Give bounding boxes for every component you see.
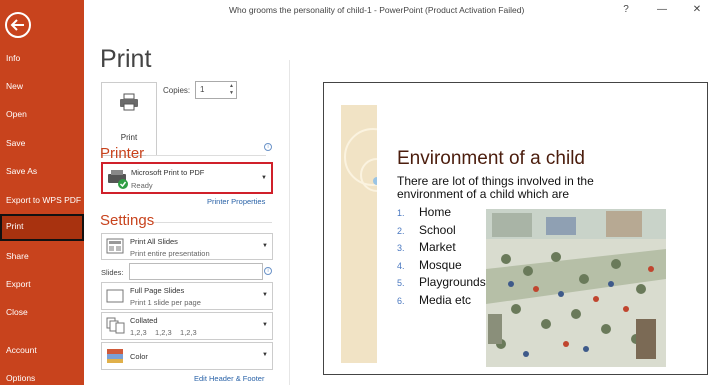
full-page-slide-icon xyxy=(106,289,124,303)
list-number: 4. xyxy=(397,260,405,271)
close-button[interactable]: ✕ xyxy=(686,2,708,18)
backstage-sidebar: Info New Open Save Save As Export to WPS… xyxy=(0,0,84,385)
copies-input[interactable]: 1 ▲ ▼ xyxy=(195,81,237,99)
list-item: 4. Mosque xyxy=(397,258,486,276)
list-number: 6. xyxy=(397,295,405,306)
printer-info-icon[interactable]: i xyxy=(264,143,272,151)
panel-divider xyxy=(289,60,290,385)
print-settings-panel: Print Print Copies: 1 ▲ ▼ Printer i Micro… xyxy=(84,22,290,385)
printer-dropdown[interactable]: Microsoft Print to PDF Ready ▼ xyxy=(101,162,273,194)
list-item: 3. Market xyxy=(397,240,486,258)
collated-pages-icon xyxy=(106,317,125,334)
list-number: 1. xyxy=(397,208,405,218)
copies-value: 1 xyxy=(200,85,205,94)
slide-preview: Environment of a child There are lot of … xyxy=(323,82,708,375)
chevron-down-icon: ▼ xyxy=(262,243,268,249)
list-item: 1. Home xyxy=(397,205,486,223)
print-range-subtitle: Print entire presentation xyxy=(130,249,210,258)
nav-save[interactable]: Save xyxy=(0,131,84,155)
title-bar: Who grooms the personality of child-1 - … xyxy=(84,0,717,22)
collation-title: Collated xyxy=(130,316,158,325)
decorative-circles-icon xyxy=(344,128,402,192)
nav-new[interactable]: New xyxy=(0,74,84,98)
copies-label: Copies: xyxy=(163,86,191,95)
list-number: 5. xyxy=(397,278,405,288)
chevron-down-icon: ▼ xyxy=(262,322,268,328)
list-text: Home xyxy=(419,205,452,219)
settings-heading-rule xyxy=(154,222,272,223)
printer-icon xyxy=(120,93,138,111)
edit-header-footer-link[interactable]: Edit Header & Footer xyxy=(194,374,264,383)
nav-export-to-wps-pdf[interactable]: Export to WPS PDF xyxy=(0,188,84,212)
chevron-down-icon: ▼ xyxy=(261,175,267,181)
slide-title: Environment of a child xyxy=(397,148,585,169)
window-title: Who grooms the personality of child-1 - … xyxy=(229,5,525,15)
nav-save-as[interactable]: Save As xyxy=(0,159,84,183)
layout-title: Full Page Slides xyxy=(130,286,185,295)
slide-subtitle: There are lot of things involved in the … xyxy=(397,174,594,201)
slide-list: 1. Home 2. School 3. Market 4. Mosque 5. Play… xyxy=(397,205,486,310)
slides-label: Slides: xyxy=(101,268,124,277)
print-range-title: Print All Slides xyxy=(130,237,178,246)
list-text: School xyxy=(419,222,456,237)
list-number: 3. xyxy=(397,243,405,253)
nav-options[interactable]: Options xyxy=(0,366,84,385)
color-dropdown[interactable]: Color ▼ xyxy=(101,342,273,370)
list-text: Media etc xyxy=(419,292,472,307)
printer-status: Ready xyxy=(131,181,153,190)
nav-open[interactable]: Open xyxy=(0,102,84,126)
page-title: Print xyxy=(100,45,152,73)
list-item: 6. Media etc xyxy=(397,293,486,311)
chevron-down-icon: ▼ xyxy=(262,352,268,358)
list-item: 5. Playgrounds xyxy=(397,275,486,293)
printer-heading-rule xyxy=(146,155,266,156)
slides-input[interactable] xyxy=(129,263,263,280)
collation-dropdown[interactable]: Collated 1,2,3 1,2,3 1,2,3 ▼ xyxy=(101,312,273,340)
print-range-dropdown[interactable]: Print All Slides Print entire presentati… xyxy=(101,233,273,260)
printer-name: Microsoft Print to PDF xyxy=(131,168,205,177)
nav-info[interactable]: Info xyxy=(0,46,84,70)
print-button-label: Print xyxy=(120,133,138,142)
back-arrow-icon[interactable] xyxy=(5,12,31,38)
minimize-button[interactable]: — xyxy=(651,2,673,18)
color-title: Color xyxy=(130,352,148,361)
nav-close[interactable]: Close xyxy=(0,300,84,324)
color-swatch-icon xyxy=(107,349,123,363)
nav-export[interactable]: Export xyxy=(0,272,84,296)
crowd-illustration-image xyxy=(486,209,666,367)
nav-account[interactable]: Account xyxy=(0,338,84,362)
slide-decorative-band xyxy=(341,105,402,363)
layout-dropdown[interactable]: Full Page Slides Print 1 slide per page … xyxy=(101,282,273,310)
list-text: Market xyxy=(419,240,456,254)
nav-share[interactable]: Share xyxy=(0,244,84,268)
copies-spinner-icon[interactable]: ▲ ▼ xyxy=(229,83,234,97)
collation-subtitle: 1,2,3 1,2,3 1,2,3 xyxy=(130,328,197,337)
settings-heading: Settings xyxy=(100,212,155,229)
printer-properties-link[interactable]: Printer Properties xyxy=(207,197,265,206)
slides-icon xyxy=(106,238,124,254)
list-text: Playgrounds xyxy=(419,275,486,289)
chevron-down-icon: ▼ xyxy=(262,292,268,298)
list-item: 2. School xyxy=(397,223,486,241)
list-number: 2. xyxy=(397,225,405,236)
help-button[interactable]: ? xyxy=(615,2,637,18)
list-text: Mosque xyxy=(419,257,462,272)
nav-print[interactable]: Print xyxy=(0,214,84,241)
slides-info-icon[interactable]: i xyxy=(264,267,272,275)
layout-subtitle: Print 1 slide per page xyxy=(130,298,201,307)
printer-heading: Printer xyxy=(100,145,145,162)
printer-status-icon xyxy=(108,170,128,189)
